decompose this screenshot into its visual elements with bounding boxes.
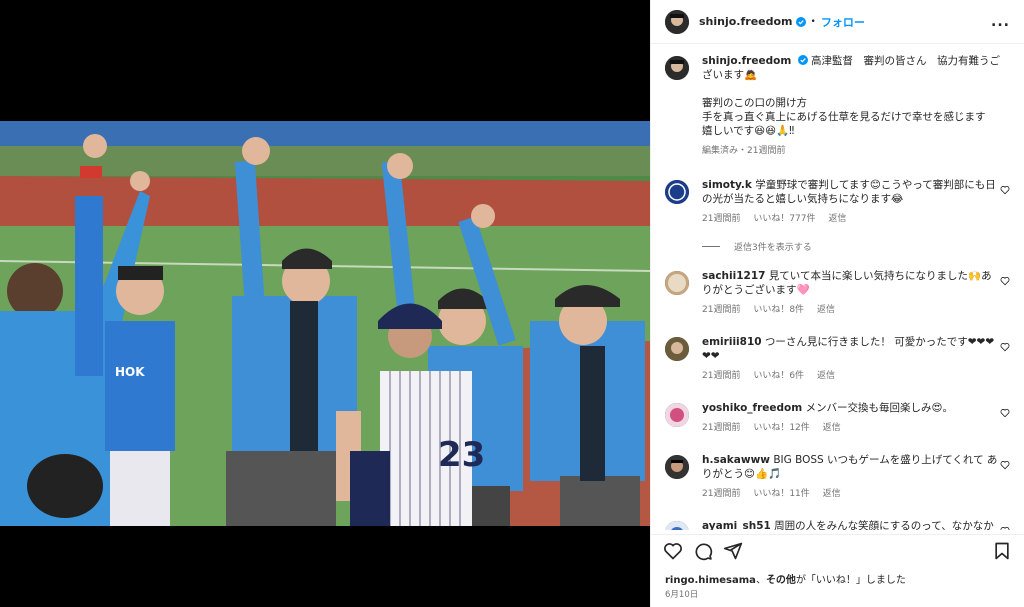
caption-avatar[interactable]	[665, 56, 689, 80]
commenter-avatar[interactable]	[665, 455, 689, 479]
caption-body: shinjo.freedom 高津監督 審判の皆さん 協力有難うございます🙇 審…	[702, 54, 1010, 158]
follow-button[interactable]: フォロー	[821, 14, 865, 30]
instagram-post-modal: HOK 23 shinjo.freedom • フォロー ... shinjo.…	[0, 0, 1024, 607]
comment-time[interactable]: 21週間前	[702, 305, 740, 315]
post-actions-bar	[651, 534, 1024, 566]
reply-button[interactable]: 返信	[823, 423, 841, 433]
svg-text:HOK: HOK	[115, 365, 145, 379]
reply-button[interactable]: 返信	[817, 305, 835, 315]
comment-username[interactable]: yoshiko_freedom	[702, 402, 802, 414]
likes-summary: ringo.himesama、その他が「いいね！」しました	[665, 571, 906, 586]
comments-scroll-area[interactable]: shinjo.freedom 高津監督 審判の皆さん 協力有難うございます🙇 審…	[651, 44, 1024, 530]
commenter-avatar[interactable]	[665, 180, 689, 204]
comment-item: yoshiko_freedom メンバー交換も毎回楽しみ😍。 21週間前 いいね…	[665, 401, 1010, 435]
caption-line-3: 手を真っ直ぐ真上にあげる仕草を見るだけで幸せを感じます	[702, 111, 986, 123]
comment-time[interactable]: 21週間前	[702, 214, 740, 224]
commenter-avatar[interactable]	[665, 271, 689, 295]
verified-icon	[795, 16, 806, 27]
reply-button[interactable]: 返信	[828, 214, 846, 224]
comment-username[interactable]: emiriii810	[702, 336, 762, 348]
caption-line-4: 嬉しいです😆😆🙏‼	[702, 125, 795, 137]
caption-meta: 編集済み・21週間前	[702, 146, 786, 156]
commenter-avatar[interactable]	[665, 403, 689, 427]
comment-username[interactable]: sachii1217	[702, 270, 765, 282]
heart-icon[interactable]	[1000, 526, 1010, 530]
likes-suffix: が「いいね！」しました	[795, 575, 906, 586]
comment-text: メンバー交換も毎回楽しみ😍。	[805, 402, 954, 414]
comment-likes[interactable]: いいね！12件	[753, 423, 809, 433]
comment-likes[interactable]: いいね！11件	[753, 489, 809, 499]
likes-separator: 、	[755, 575, 766, 586]
media-pane: HOK 23	[0, 0, 650, 607]
more-options-icon[interactable]: ...	[991, 14, 1010, 30]
share-icon	[723, 542, 743, 559]
liker-username[interactable]: ringo.himesama	[665, 575, 756, 586]
comment-username[interactable]: ayami_sh51	[702, 520, 771, 530]
post-photo[interactable]: HOK 23	[0, 121, 650, 526]
share-button[interactable]	[723, 541, 743, 561]
comment-likes[interactable]: いいね！777件	[753, 214, 815, 224]
heart-icon[interactable]	[1000, 342, 1010, 352]
photo-illustration: HOK 23	[0, 121, 650, 526]
comment-time[interactable]: 21週間前	[702, 489, 740, 499]
author-username[interactable]: shinjo.freedom	[699, 15, 793, 28]
post-side-panel: shinjo.freedom • フォロー ... shinjo.freedom…	[650, 0, 1024, 607]
comment-likes[interactable]: いいね！6件	[753, 371, 804, 381]
comment-item: sachii1217 見ていて本当に楽しい気持ちになりました🙌ありがとうございま…	[665, 269, 1010, 317]
post-header: shinjo.freedom • フォロー ...	[651, 0, 1024, 44]
like-button[interactable]	[663, 541, 683, 561]
comment-item: simoty.k 学童野球で審判してます😊こうやって審判部にも日の光が当たると嬉…	[665, 178, 1010, 226]
comment-username[interactable]: simoty.k	[702, 179, 752, 191]
comment-icon	[695, 543, 713, 560]
separator-dot: •	[810, 16, 816, 27]
heart-icon[interactable]	[1000, 460, 1010, 470]
author-avatar[interactable]	[665, 9, 689, 34]
svg-text:23: 23	[438, 435, 485, 475]
comment-username[interactable]: h.sakawww	[702, 454, 770, 466]
comment-time[interactable]: 21週間前	[702, 371, 740, 381]
comment-likes[interactable]: いいね！8件	[753, 305, 804, 315]
heart-icon	[664, 542, 682, 560]
view-replies-button[interactable]: 返信3件を表示する	[702, 240, 1010, 253]
caption-username[interactable]: shinjo.freedom	[702, 55, 791, 67]
comment-time[interactable]: 21週間前	[702, 423, 740, 433]
comment-item: emiriii810 つーさん見に行きました！ 可愛かったです❤❤❤❤❤ 21週…	[665, 335, 1010, 383]
comment-button[interactable]	[693, 541, 713, 561]
comment-item: h.sakawww BIG BOSS いつもゲームを盛り上げてくれて ありがとう…	[665, 453, 1010, 501]
comment-item: ayami_sh51 周囲の人をみんな笑顔にするのって、なかなかで	[665, 519, 1010, 530]
bookmark-icon	[995, 542, 1009, 559]
heart-icon[interactable]	[1000, 408, 1010, 418]
verified-icon	[797, 55, 808, 65]
reply-button[interactable]: 返信	[817, 371, 835, 381]
heart-icon[interactable]	[1000, 185, 1010, 195]
heart-icon[interactable]	[1000, 276, 1010, 286]
caption-line-2: 審判のこの口の開け方	[702, 97, 807, 109]
commenter-avatar[interactable]	[665, 337, 689, 361]
post-caption: shinjo.freedom 高津監督 審判の皆さん 協力有難うございます🙇 審…	[665, 54, 1010, 158]
commenter-avatar[interactable]	[665, 521, 689, 530]
view-replies-label: 返信3件を表示する	[734, 243, 812, 253]
save-button[interactable]	[992, 541, 1012, 561]
reply-button[interactable]: 返信	[823, 489, 841, 499]
post-date[interactable]: 6月10日	[665, 588, 698, 600]
likes-others-link[interactable]: その他	[766, 575, 796, 586]
